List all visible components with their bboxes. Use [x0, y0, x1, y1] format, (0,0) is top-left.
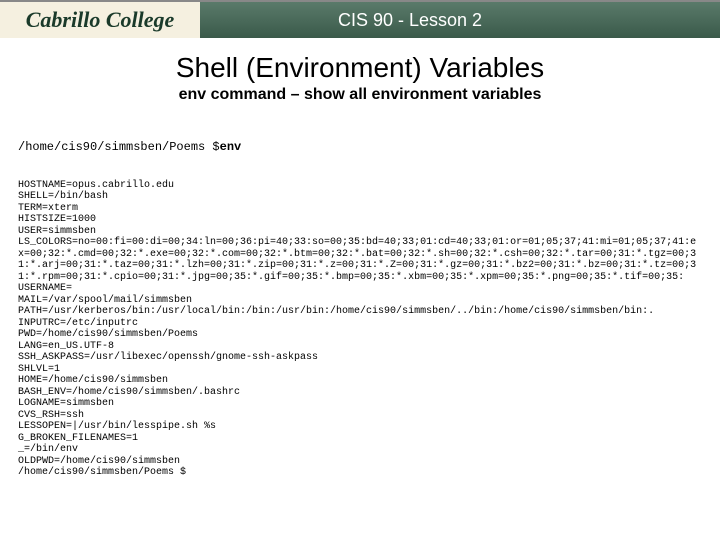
- env-line: USERNAME=: [18, 283, 702, 295]
- env-line: SSH_ASKPASS=/usr/libexec/openssh/gnome-s…: [18, 352, 702, 364]
- course-title: CIS 90 - Lesson 2: [200, 10, 720, 31]
- env-line: SHELL=/bin/bash: [18, 191, 702, 203]
- env-line: HISTSIZE=1000: [18, 214, 702, 226]
- page-title: Shell (Environment) Variables: [0, 52, 720, 84]
- env-line: HOME=/home/cis90/simmsben: [18, 375, 702, 387]
- logo-area: Cabrillo College: [0, 2, 200, 38]
- env-line: USER=simmsben: [18, 226, 702, 238]
- prompt-line: /home/cis90/simmsben/Poems $env: [18, 141, 702, 155]
- page-subtitle: env command – show all environment varia…: [0, 86, 720, 104]
- env-line: LANG=en_US.UTF-8: [18, 341, 702, 353]
- env-line: G_BROKEN_FILENAMES=1: [18, 433, 702, 445]
- prompt-path: /home/cis90/simmsben/Poems $: [18, 140, 220, 154]
- env-line: LOGNAME=simmsben: [18, 398, 702, 410]
- env-line: _=/bin/env: [18, 444, 702, 456]
- env-line: BASH_ENV=/home/cis90/simmsben/.bashrc: [18, 387, 702, 399]
- env-line: SHLVL=1: [18, 364, 702, 376]
- env-line: LESSOPEN=|/usr/bin/lesspipe.sh %s: [18, 421, 702, 433]
- env-line: LS_COLORS=no=00:fi=00:di=00;34:ln=00;36:…: [18, 237, 702, 283]
- env-line: MAIL=/var/spool/mail/simmsben: [18, 295, 702, 307]
- env-line: TERM=xterm: [18, 203, 702, 215]
- env-line: INPUTRC=/etc/inputrc: [18, 318, 702, 330]
- logo-text: Cabrillo College: [26, 7, 175, 33]
- env-line: CVS_RSH=ssh: [18, 410, 702, 422]
- header-bar: Cabrillo College CIS 90 - Lesson 2: [0, 0, 720, 38]
- env-line: PATH=/usr/kerberos/bin:/usr/local/bin:/b…: [18, 306, 702, 318]
- terminal-output: /home/cis90/simmsben/Poems $env HOSTNAME…: [18, 118, 702, 490]
- command: env: [220, 140, 242, 154]
- env-line: HOSTNAME=opus.cabrillo.edu: [18, 180, 702, 192]
- env-output: HOSTNAME=opus.cabrillo.eduSHELL=/bin/bas…: [18, 180, 702, 479]
- env-line: /home/cis90/simmsben/Poems $: [18, 467, 702, 479]
- env-line: OLDPWD=/home/cis90/simmsben: [18, 456, 702, 468]
- env-line: PWD=/home/cis90/simmsben/Poems: [18, 329, 702, 341]
